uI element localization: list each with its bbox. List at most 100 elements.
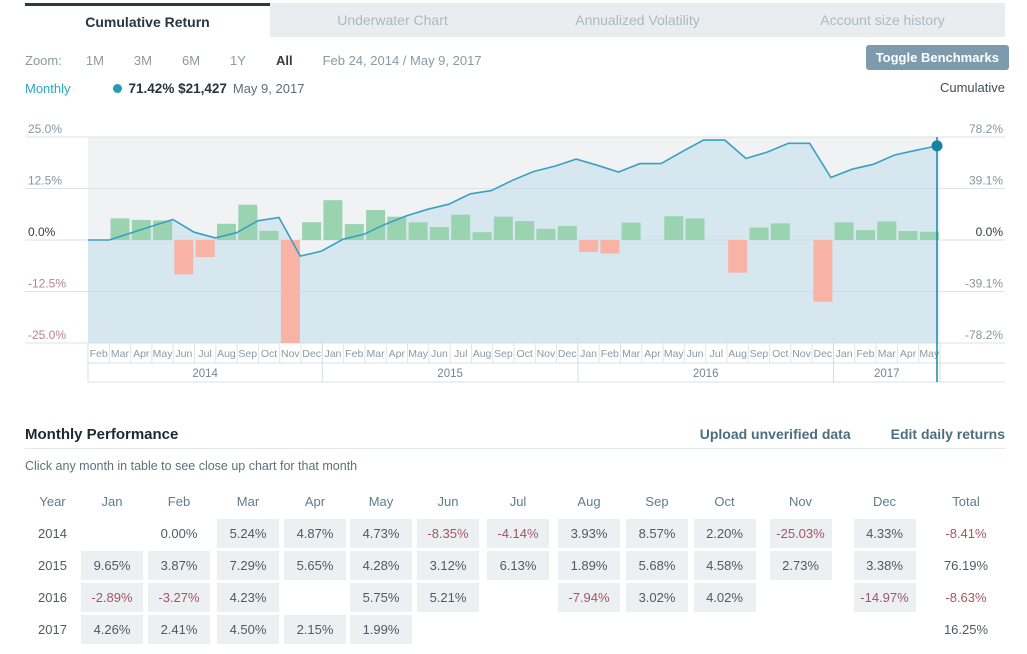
table-month-cell[interactable]: 1.89% — [558, 551, 620, 580]
table-month-cell[interactable]: 4.50% — [217, 615, 279, 644]
table-header-cell: Jul — [482, 490, 554, 512]
monthly-bar[interactable] — [920, 232, 939, 240]
monthly-bar[interactable] — [281, 240, 300, 343]
table-month-cell[interactable]: -2.89% — [81, 583, 143, 612]
monthly-bar[interactable] — [451, 215, 470, 240]
table-month-cell[interactable]: 5.75% — [350, 583, 412, 612]
zoom-option-3m[interactable]: 3M — [134, 53, 152, 68]
table-year-cell: 2015 — [25, 550, 80, 580]
monthly-bar[interactable] — [771, 223, 790, 240]
zoom-option-1m[interactable]: 1M — [86, 53, 104, 68]
tab-label: Cumulative Return — [85, 14, 209, 30]
monthly-bar[interactable] — [409, 222, 428, 240]
table-month-cell[interactable]: 4.02% — [694, 583, 756, 612]
monthly-bar[interactable] — [473, 232, 492, 240]
tab-annualized-volatility[interactable]: Annualized Volatility — [515, 3, 760, 37]
table-month-cell[interactable]: 1.99% — [350, 615, 412, 644]
table-month-cell[interactable]: 4.26% — [81, 615, 143, 644]
legend-monthly-series[interactable]: Monthly — [25, 81, 71, 96]
table-month-cell[interactable]: 4.73% — [350, 519, 412, 548]
toggle-benchmarks-button[interactable]: Toggle Benchmarks — [866, 45, 1009, 70]
table-header-cell: Nov — [759, 490, 842, 512]
table-month-cell — [558, 615, 620, 644]
monthly-bar[interactable] — [728, 240, 747, 273]
table-row: 2016-2.89%-3.27%4.23%5.75%5.21%-7.94%3.0… — [25, 582, 1005, 612]
table-month-cell[interactable]: -7.94% — [558, 583, 620, 612]
tab-account-size-history[interactable]: Account size history — [760, 3, 1005, 37]
table-month-cell[interactable]: 4.28% — [350, 551, 412, 580]
zoom-option-1y[interactable]: 1Y — [230, 53, 246, 68]
month-label: Jun — [687, 348, 704, 360]
table-month-cell[interactable]: 3.87% — [148, 551, 210, 580]
table-month-cell[interactable]: 5.68% — [626, 551, 688, 580]
table-month-cell[interactable]: 2.20% — [694, 519, 756, 548]
table-month-cell[interactable]: 7.29% — [217, 551, 279, 580]
table-month-cell[interactable]: 4.58% — [694, 551, 756, 580]
monthly-bar[interactable] — [856, 230, 875, 240]
table-month-cell[interactable]: 3.38% — [854, 551, 916, 580]
monthly-bar[interactable] — [750, 228, 769, 240]
monthly-bar[interactable] — [323, 200, 342, 240]
monthly-bar[interactable] — [260, 231, 279, 240]
monthly-bar[interactable] — [813, 240, 832, 302]
month-label: Apr — [644, 348, 661, 360]
monthly-bar[interactable] — [558, 226, 577, 240]
table-header-cell: Year — [25, 490, 80, 512]
monthly-bar[interactable] — [515, 221, 534, 240]
monthly-bar[interactable] — [877, 222, 896, 241]
table-month-cell[interactable]: 2.41% — [148, 615, 210, 644]
month-label: Mar — [622, 348, 641, 360]
right-axis-tick: -78.2% — [965, 328, 1003, 342]
zoom-option-6m[interactable]: 6M — [182, 53, 200, 68]
monthly-bar[interactable] — [536, 229, 555, 240]
monthly-bar[interactable] — [686, 219, 705, 241]
table-month-cell[interactable]: 9.65% — [81, 551, 143, 580]
table-month-cell[interactable]: 2.15% — [284, 615, 346, 644]
table-month-cell[interactable]: 4.33% — [854, 519, 916, 548]
monthly-bar[interactable] — [430, 227, 449, 240]
monthly-bar[interactable] — [664, 216, 683, 240]
table-month-cell[interactable]: 2.73% — [770, 551, 832, 580]
table-month-cell[interactable]: 5.24% — [217, 519, 279, 548]
upload-unverified-data-link[interactable]: Upload unverified data — [700, 426, 851, 442]
month-label: May — [664, 348, 685, 360]
table-month-cell[interactable]: -4.14% — [487, 519, 549, 548]
right-axis-tick: -39.1% — [965, 277, 1003, 291]
tab-underwater-chart[interactable]: Underwater Chart — [270, 3, 515, 37]
monthly-bar[interactable] — [899, 231, 918, 240]
table-total-cell: 76.19% — [944, 558, 988, 573]
cumulative-return-chart[interactable]: 25.0%78.2%12.5%39.1%0.0%0.0%-12.5%-39.1%… — [0, 118, 1027, 388]
table-month-cell[interactable]: 4.23% — [217, 583, 279, 612]
table-month-cell[interactable]: 5.21% — [417, 583, 479, 612]
monthly-bar[interactable] — [494, 217, 513, 240]
tab-cumulative-return[interactable]: Cumulative Return — [25, 3, 270, 37]
monthly-bar[interactable] — [835, 222, 854, 240]
table-month-cell[interactable]: 3.02% — [626, 583, 688, 612]
table-month-cell[interactable]: 6.13% — [487, 551, 549, 580]
chart-legend: Monthly 71.42% $21,427 May 9, 2017 — [25, 79, 304, 97]
table-month-cell[interactable]: 4.87% — [284, 519, 346, 548]
monthly-bar[interactable] — [579, 240, 598, 252]
monthly-bar[interactable] — [302, 222, 321, 240]
legend-cumulative-series[interactable]: Cumulative — [940, 80, 1005, 95]
month-label: Sep — [494, 348, 513, 360]
zoom-option-all[interactable]: All — [276, 53, 293, 68]
table-month-cell — [487, 583, 549, 612]
monthly-bar[interactable] — [622, 223, 641, 240]
monthly-bar[interactable] — [174, 240, 193, 274]
table-month-cell[interactable]: 3.93% — [558, 519, 620, 548]
table-month-cell[interactable]: -25.03% — [770, 519, 832, 548]
last-point-marker[interactable] — [932, 140, 943, 151]
table-month-cell[interactable]: 0.00% — [148, 519, 210, 548]
table-month-cell[interactable]: -8.35% — [417, 519, 479, 548]
table-month-cell[interactable]: -14.97% — [854, 583, 916, 612]
table-month-cell[interactable]: 5.65% — [284, 551, 346, 580]
year-label: 2017 — [874, 368, 900, 380]
table-month-cell[interactable]: 8.57% — [626, 519, 688, 548]
table-month-cell[interactable]: -3.27% — [148, 583, 210, 612]
table-month-cell[interactable]: 3.12% — [417, 551, 479, 580]
table-total-cell: -8.63% — [945, 590, 986, 605]
edit-daily-returns-link[interactable]: Edit daily returns — [891, 426, 1005, 442]
monthly-bar[interactable] — [600, 240, 619, 254]
monthly-bar[interactable] — [196, 240, 215, 257]
